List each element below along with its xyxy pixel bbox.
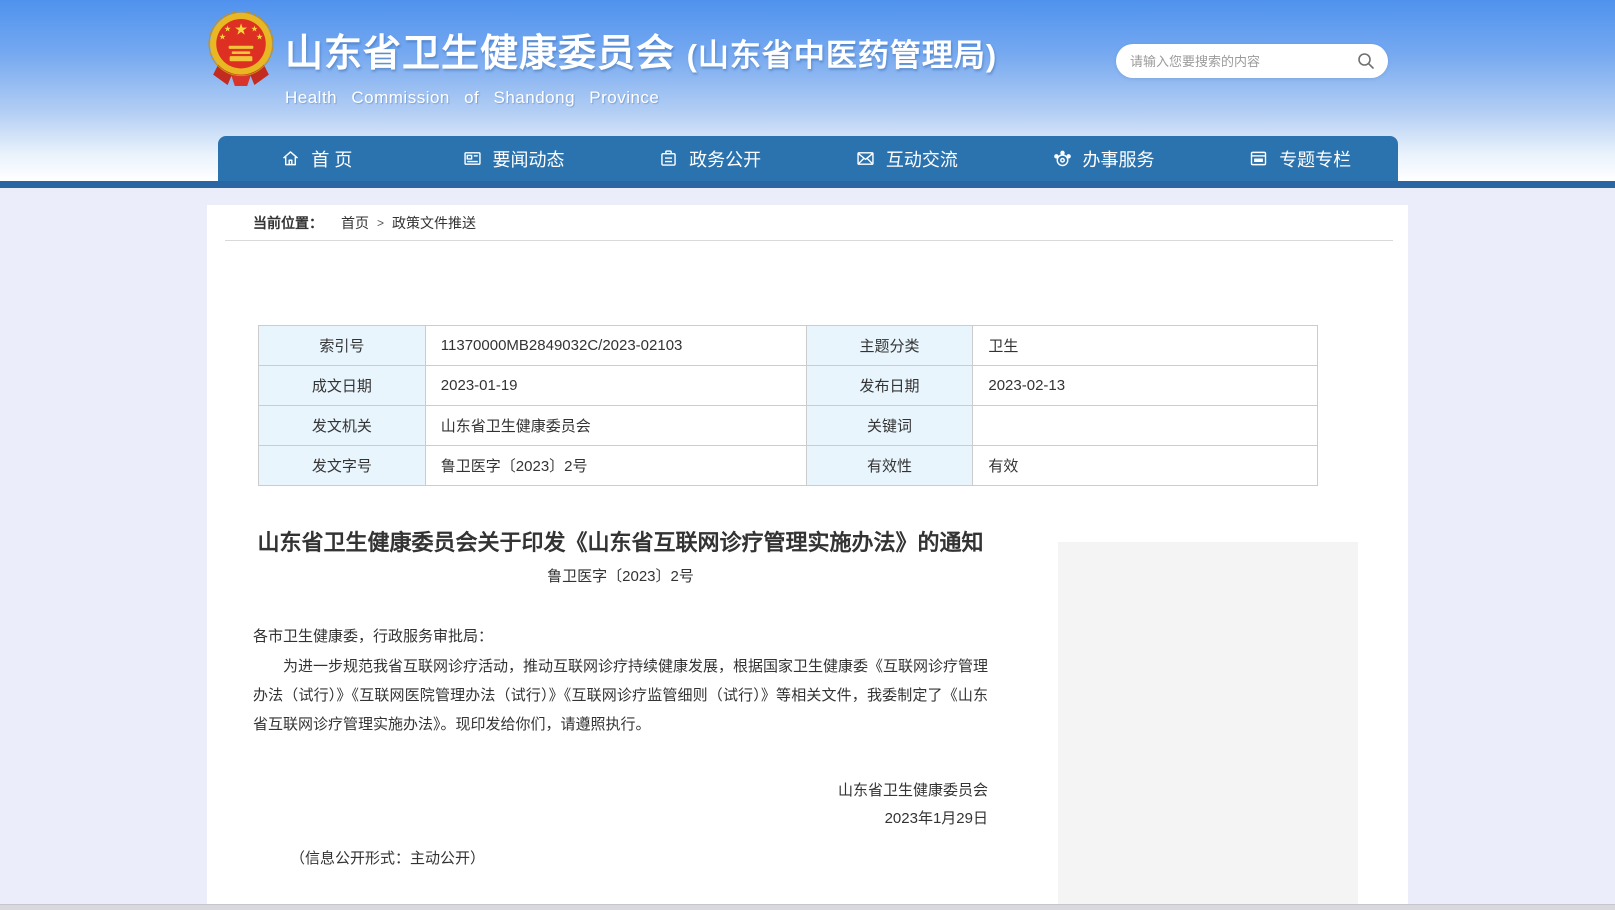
mail-icon [855,148,876,169]
article-title: 山东省卫生健康委员会关于印发《山东省互联网诊疗管理实施办法》的通知 [253,527,988,558]
site-title-block: 山东省卫生健康委员会 (山东省中医药管理局) Health Commission… [285,22,997,108]
nav-label: 要闻动态 [493,146,565,172]
meta-label: 发布日期 [806,366,973,406]
nav-label: 首 页 [311,146,352,172]
article-paragraph: 为进一步规范我省互联网诊疗活动，推动互联网诊疗持续健康发展，根据国家卫生健康委《… [253,652,988,739]
meta-value: 鲁卫医字〔2023〕2号 [425,446,806,486]
main-nav: 首 页 要闻动态 政务公开 互动交流 办事服务 专题专栏 [218,136,1398,181]
meta-label: 主题分类 [806,326,973,366]
search-input[interactable] [1130,54,1356,69]
meta-value [973,406,1318,446]
columns-icon [1248,148,1269,169]
meta-label: 发文机关 [259,406,426,446]
nav-item-services[interactable]: 办事服务 [1005,136,1202,181]
meta-label: 关键词 [806,406,973,446]
table-row: 索引号 11370000MB2849032C/2023-02103 主题分类 卫… [259,326,1318,366]
nav-item-special-columns[interactable]: 专题专栏 [1201,136,1398,181]
meta-value: 2023-01-19 [425,366,806,406]
site-title: 山东省卫生健康委员会 (山东省中医药管理局) [285,22,997,77]
nav-label: 政务公开 [689,146,761,172]
article-signature: 山东省卫生健康委员会 2023年1月29日 [253,777,988,833]
meta-label: 索引号 [259,326,426,366]
article-salutation: 各市卫生健康委，行政服务审批局： [253,622,988,651]
document-meta-table: 索引号 11370000MB2849032C/2023-02103 主题分类 卫… [258,325,1318,486]
nav-item-news[interactable]: 要闻动态 [415,136,612,181]
table-row: 发文字号 鲁卫医字〔2023〕2号 有效性 有效 [259,446,1318,486]
svg-text:★: ★ [256,33,263,42]
table-row: 成文日期 2023-01-19 发布日期 2023-02-13 [259,366,1318,406]
meta-value: 有效 [973,446,1318,486]
nav-bottom-stripe [0,181,1615,188]
breadcrumb-separator: > [377,216,384,230]
nav-label: 专题专栏 [1279,146,1351,172]
svg-text:★: ★ [234,21,248,38]
content-container: 当前位置： 首页 > 政策文件推送 索引号 11370000MB2849032C… [207,205,1408,905]
meta-value: 2023-02-13 [973,366,1318,406]
meta-value: 卫生 [973,326,1318,366]
gov-open-icon [658,148,679,169]
article-doc-number: 鲁卫医字〔2023〕2号 [253,565,988,586]
breadcrumb-current-link[interactable]: 政策文件推送 [392,213,476,233]
nav-label: 办事服务 [1083,146,1155,172]
breadcrumb-divider [225,240,1393,241]
service-icon [1052,148,1073,169]
signer-name: 山东省卫生健康委员会 [253,777,988,805]
site-subtitle-en: Health Commission of Shandong Province [285,88,997,108]
national-emblem-icon: ★ ★ ★ ★ ★ [208,10,274,98]
search-box [1116,44,1388,78]
nav-item-interaction[interactable]: 互动交流 [808,136,1005,181]
breadcrumb-label: 当前位置： [253,213,323,233]
meta-label: 有效性 [806,446,973,486]
meta-label: 发文字号 [259,446,426,486]
table-row: 发文机关 山东省卫生健康委员会 关键词 [259,406,1318,446]
side-panel [1058,542,1358,905]
breadcrumb-home-link[interactable]: 首页 [341,213,369,233]
nav-item-home[interactable]: 首 页 [218,136,415,181]
sign-date: 2023年1月29日 [253,805,988,833]
meta-label: 成文日期 [259,366,426,406]
svg-text:★: ★ [219,33,226,42]
meta-value: 11370000MB2849032C/2023-02103 [425,326,806,366]
site-title-paren: (山东省中医药管理局) [687,38,998,73]
bottom-scrollbar[interactable] [0,904,1615,910]
breadcrumb: 当前位置： 首页 > 政策文件推送 [253,213,476,233]
article: 山东省卫生健康委员会关于印发《山东省互联网诊疗管理实施办法》的通知 鲁卫医字〔2… [253,527,988,868]
home-icon [280,148,301,169]
publication-note: （信息公开形式：主动公开） [253,847,988,868]
nav-item-gov-open[interactable]: 政务公开 [611,136,808,181]
search-icon[interactable] [1356,51,1376,71]
meta-value: 山东省卫生健康委员会 [425,406,806,446]
nav-label: 互动交流 [886,146,958,172]
news-icon [462,148,483,169]
site-title-cn: 山东省卫生健康委员会 [285,33,675,75]
